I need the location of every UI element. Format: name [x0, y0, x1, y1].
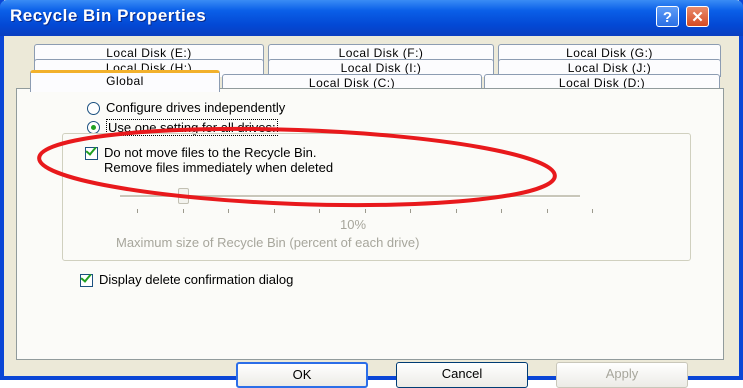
max-size-slider-track[interactable]	[120, 195, 580, 198]
slider-tick	[546, 209, 548, 213]
slider-tick	[410, 209, 411, 213]
help-button[interactable]: ?	[656, 6, 679, 27]
tab-global[interactable]: Global	[30, 70, 220, 92]
title-bar[interactable]: Recycle Bin Properties ? ✕	[0, 0, 743, 36]
max-size-label: Maximum size of Recycle Bin (percent of …	[116, 235, 420, 250]
apply-button[interactable]: Apply	[556, 362, 688, 388]
ok-button[interactable]: OK	[236, 362, 368, 388]
slider-tick	[364, 209, 366, 213]
slider-tick	[319, 209, 320, 213]
do-not-move-files-checkbox[interactable]	[85, 144, 98, 160]
slider-tick	[455, 209, 457, 213]
configure-independently-radio[interactable]	[87, 102, 100, 115]
close-button[interactable]: ✕	[686, 6, 709, 27]
slider-tick	[273, 209, 275, 213]
slider-tick	[137, 209, 138, 213]
max-size-slider-thumb[interactable]	[177, 188, 189, 204]
slider-value-label: 10%	[340, 217, 367, 232]
slider-tick	[182, 209, 184, 213]
configure-independently-label[interactable]: Configure drives independently	[106, 100, 285, 115]
remove-immediately-label: Remove files immediately when deleted	[104, 160, 334, 175]
cancel-button[interactable]: Cancel	[396, 362, 528, 388]
window-title: Recycle Bin Properties	[10, 6, 207, 25]
slider-tick	[228, 209, 229, 213]
do-not-move-files-label[interactable]: Do not move files to the Recycle Bin.	[104, 145, 316, 160]
slider-tick	[592, 209, 593, 213]
display-confirmation-label[interactable]: Display delete confirmation dialog	[99, 272, 293, 287]
display-confirmation-checkbox[interactable]	[80, 271, 93, 287]
slider-tick	[501, 209, 502, 213]
radio-selected-dot	[91, 125, 96, 130]
